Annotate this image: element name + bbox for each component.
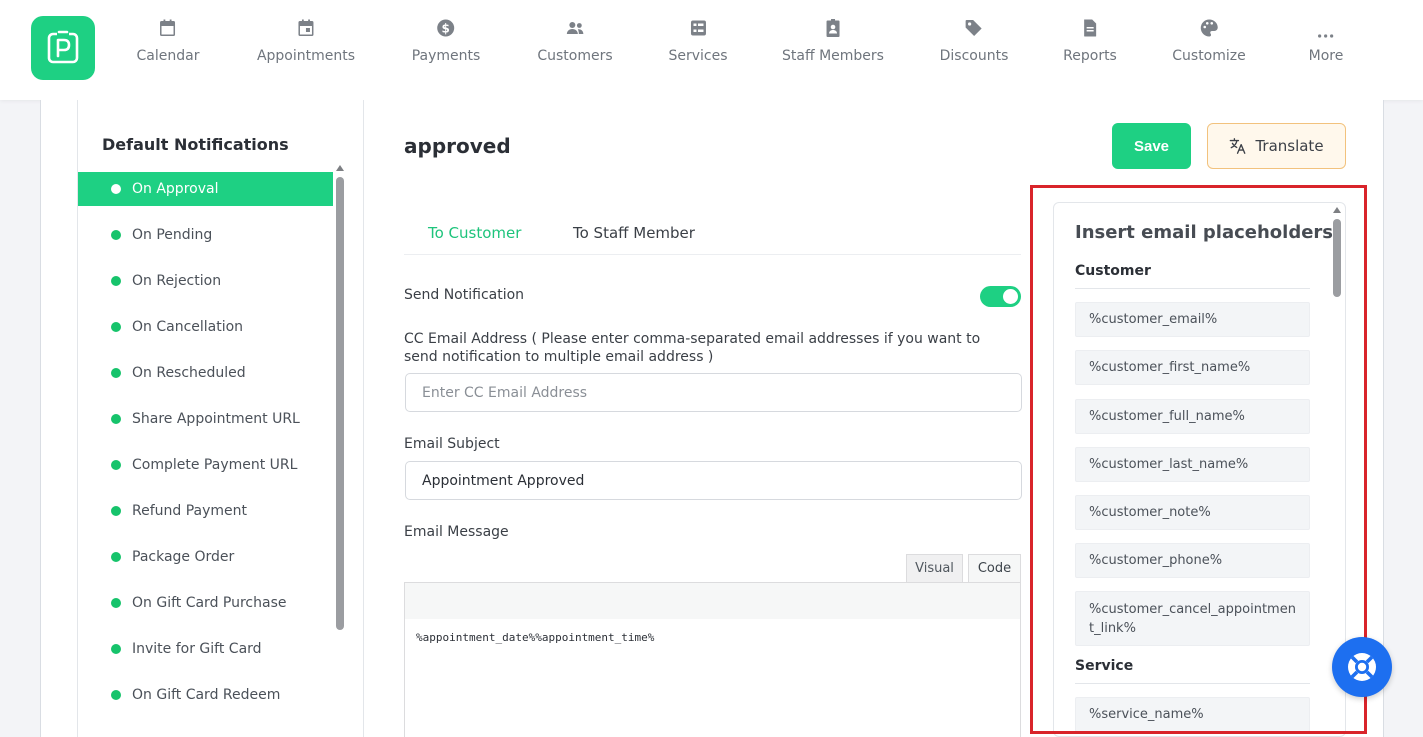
sidebar-item-label: On Gift Card Purchase — [132, 595, 287, 611]
sidebar-item-complete-payment-url[interactable]: Complete Payment URL — [78, 448, 333, 482]
top-navigation-bar: Calendar Appointments $ Payments Custome… — [0, 0, 1423, 100]
nav-discounts[interactable]: Discounts — [939, 18, 1009, 78]
sidebar-item-label: On Rescheduled — [132, 365, 246, 381]
sidebar-item-on-gift-card-purchase[interactable]: On Gift Card Purchase — [78, 586, 333, 620]
tab-to-staff-member[interactable]: To Staff Member — [573, 224, 695, 242]
nav-staff-members[interactable]: Staff Members — [782, 18, 884, 78]
dollar-icon: $ — [437, 19, 455, 37]
email-subject-label: Email Subject — [404, 436, 500, 452]
sidebar-item-refund-payment[interactable]: Refund Payment — [78, 494, 333, 528]
sidebar-item-label: Invite for Gift Card — [132, 641, 262, 657]
app-logo[interactable] — [31, 16, 95, 80]
nav-customize[interactable]: Customize — [1172, 18, 1246, 78]
file-icon — [1083, 19, 1096, 37]
cc-email-input[interactable] — [405, 373, 1022, 412]
nav-label: Payments — [411, 48, 481, 64]
more-dots-icon — [1318, 34, 1334, 38]
page-title: approved — [404, 134, 511, 158]
status-dot — [111, 414, 121, 424]
send-notification-toggle[interactable] — [980, 286, 1021, 307]
sidebar-item-label: On Gift Card Redeem — [132, 687, 281, 703]
nav-label: Reports — [1063, 48, 1117, 64]
nav-appointments[interactable]: Appointments — [257, 18, 355, 78]
send-notification-label: Send Notification — [404, 287, 525, 303]
status-dot — [111, 506, 121, 516]
translate-button[interactable]: Translate — [1207, 123, 1346, 169]
nav-services[interactable]: Services — [668, 18, 728, 78]
svg-text:$: $ — [442, 22, 450, 36]
status-dot — [111, 322, 121, 332]
calendar-icon — [160, 19, 176, 36]
status-dot — [111, 230, 121, 240]
status-dot — [111, 598, 121, 608]
highlight-box — [1030, 185, 1367, 734]
sidebar-item-on-rescheduled[interactable]: On Rescheduled — [78, 356, 333, 390]
help-button[interactable] — [1332, 637, 1392, 697]
sidebar-scrollbar-thumb[interactable] — [336, 177, 344, 630]
nav-label: Staff Members — [782, 48, 884, 64]
tag-icon — [965, 20, 982, 36]
status-dot — [111, 644, 121, 654]
translate-label: Translate — [1255, 137, 1324, 155]
sidebar-item-invite-for-gift-card[interactable]: Invite for Gift Card — [78, 632, 333, 666]
nav-reports[interactable]: Reports — [1063, 18, 1117, 78]
sidebar-item-on-pending[interactable]: On Pending — [78, 218, 333, 252]
editor-toolbar — [404, 582, 1021, 620]
status-dot — [111, 276, 121, 286]
id-badge-icon — [826, 19, 840, 37]
sidebar-item-label: Complete Payment URL — [132, 457, 298, 473]
status-dot — [111, 460, 121, 470]
sidebar-scroll-up-arrow[interactable] — [336, 165, 344, 171]
status-dot — [111, 184, 121, 194]
tab-to-customer[interactable]: To Customer — [428, 224, 521, 242]
sidebar-item-label: On Cancellation — [132, 319, 244, 335]
nav-label: Appointments — [256, 48, 356, 64]
sidebar-item-share-appointment-url[interactable]: Share Appointment URL — [78, 402, 333, 436]
app-logo-icon — [47, 30, 79, 64]
editor-tab-visual[interactable]: Visual — [906, 554, 963, 583]
nav-customers[interactable]: Customers — [537, 18, 613, 78]
calendar-check-icon — [298, 19, 314, 36]
nav-payments[interactable]: $ Payments — [411, 18, 481, 78]
email-message-editor[interactable]: %appointment_date%%appointment_time% — [404, 619, 1021, 737]
translate-icon — [1230, 138, 1246, 154]
email-message-label: Email Message — [404, 524, 509, 540]
nav-label: Discounts — [939, 48, 1009, 64]
cc-email-label: CC Email Address ( Please enter comma-se… — [404, 331, 981, 365]
nav-more[interactable]: More — [1308, 18, 1344, 78]
nav-label: More — [1308, 48, 1344, 64]
sidebar-item-on-approval[interactable]: On Approval — [78, 172, 333, 206]
sidebar-item-label: On Pending — [132, 227, 213, 243]
sidebar-item-package-order[interactable]: Package Order — [78, 540, 333, 574]
status-dot — [111, 552, 121, 562]
status-dot — [111, 368, 121, 378]
tabs-divider — [404, 254, 1021, 255]
sidebar-item-on-cancellation[interactable]: On Cancellation — [78, 310, 333, 344]
nav-label: Calendar — [136, 48, 200, 64]
sidebar-title: Default Notifications — [102, 135, 289, 154]
sidebar-item-label: Share Appointment URL — [132, 411, 300, 427]
list-icon — [690, 20, 706, 36]
email-subject-input[interactable] — [405, 461, 1022, 500]
palette-icon — [1200, 19, 1218, 37]
editor-tab-code[interactable]: Code — [968, 554, 1021, 583]
status-dot — [111, 690, 121, 700]
nav-label: Services — [668, 48, 728, 64]
nav-label: Customers — [537, 48, 613, 64]
sidebar-item-on-rejection[interactable]: On Rejection — [78, 264, 333, 298]
users-icon — [566, 22, 583, 34]
nav-calendar[interactable]: Calendar — [136, 18, 200, 78]
sidebar-item-label: On Approval — [132, 181, 219, 197]
sidebar-item-label: Package Order — [132, 549, 235, 565]
sidebar-item-label: Refund Payment — [132, 503, 248, 519]
nav-label: Customize — [1172, 48, 1246, 64]
sidebar-item-label: On Rejection — [132, 273, 222, 289]
save-button[interactable]: Save — [1112, 123, 1191, 169]
sidebar-item-on-gift-card-redeem[interactable]: On Gift Card Redeem — [78, 678, 333, 712]
lifebuoy-icon — [1348, 653, 1376, 681]
